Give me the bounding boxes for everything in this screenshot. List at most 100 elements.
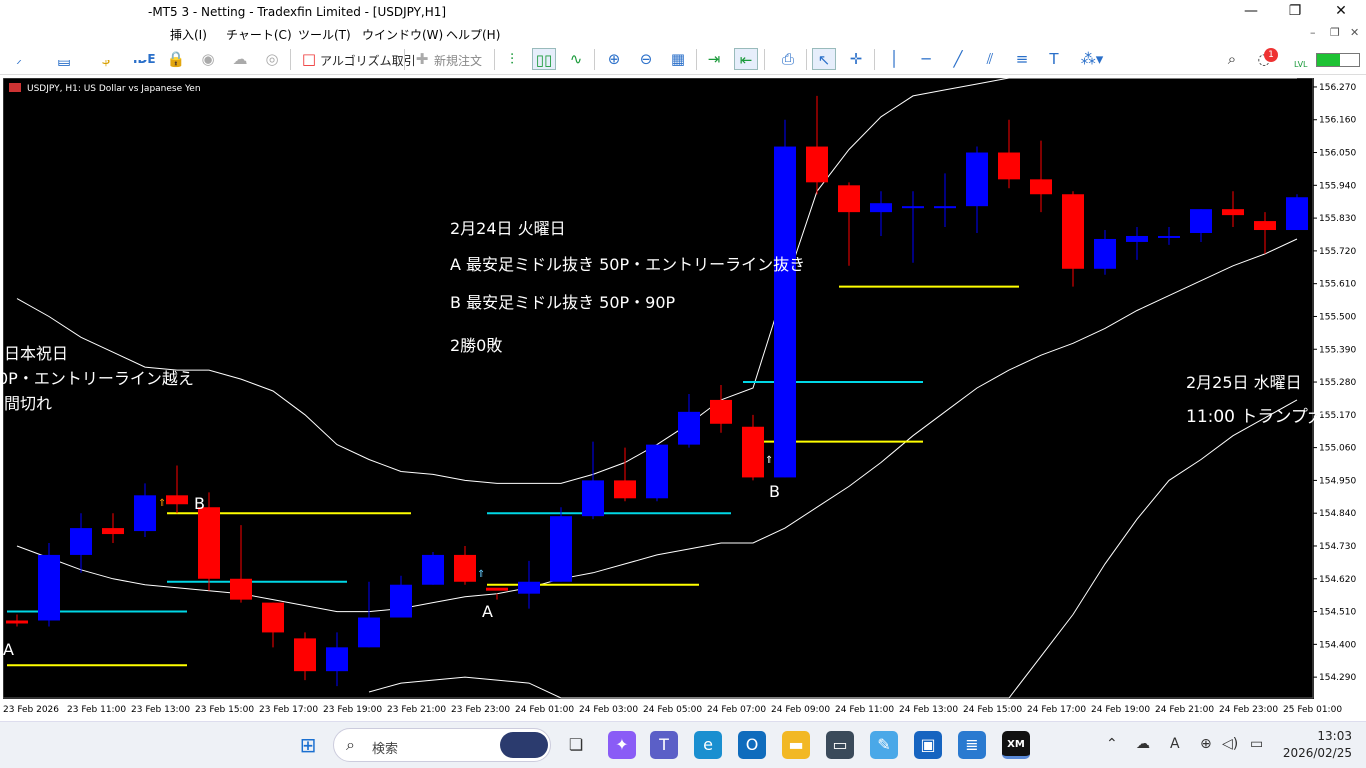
annotation-mid-3: B 最安足ミドル抜き 50P・90P [450, 293, 676, 312]
zoom-out-icon[interactable]: ⊖ [634, 48, 658, 70]
signal-icon[interactable]: ◉ [196, 48, 220, 70]
candle [678, 393, 700, 448]
candle-body [806, 146, 828, 183]
candle [6, 614, 28, 627]
minimize-button[interactable]: — [1228, 0, 1274, 24]
paint-icon[interactable]: ✎ [870, 731, 898, 759]
lock-icon[interactable]: 🔒 [164, 48, 188, 70]
candle [1094, 230, 1116, 275]
time-label: 23 Feb 19:00 [323, 705, 382, 715]
new-order-button[interactable]: 新規注文 [434, 52, 482, 69]
algo-trading-icon[interactable]: □ [297, 48, 321, 70]
menu-window[interactable]: ウインドウ(W) [362, 26, 443, 43]
vps-icon[interactable]: ◎ [260, 48, 284, 70]
label-b-mid: B [769, 482, 780, 501]
outlook-icon[interactable]: O [738, 731, 766, 759]
bar-chart-icon[interactable]: ⫶ [500, 48, 524, 70]
time-label: 24 Feb 03:00 [579, 705, 638, 715]
tray-chevron-icon[interactable]: ⌃ [1106, 736, 1118, 752]
annotation-mid-1: 2月24日 火曜日 [450, 219, 566, 238]
candle-body [358, 617, 380, 648]
shapes-icon[interactable]: ⁂▾ [1074, 48, 1110, 70]
battery-icon[interactable]: ▭ [1250, 736, 1263, 752]
copilot-icon[interactable]: ✦ [608, 731, 636, 759]
candle [806, 95, 828, 195]
horizontal-line-icon[interactable]: ─ [914, 48, 938, 70]
menu-tools[interactable]: ツール(T) [298, 26, 351, 43]
menu-chart[interactable]: チャート(C) [226, 26, 292, 43]
trendline-icon[interactable]: ╱ [946, 48, 970, 70]
grid-icon[interactable]: ▦ [666, 48, 690, 70]
mdi-minimize-button[interactable]: – [1310, 26, 1316, 39]
price-label: 155.830 [1319, 214, 1356, 224]
chart-shift-icon[interactable]: ⇤ [734, 48, 758, 70]
candle [774, 119, 796, 478]
vertical-line-icon[interactable]: │ [882, 48, 906, 70]
crosshair-icon[interactable]: ✛ [844, 48, 868, 70]
ime-indicator[interactable]: A [1170, 736, 1180, 752]
task-view-icon[interactable]: ❏ [562, 731, 590, 759]
arrow-marker-a-mid: ⇑ [477, 569, 485, 580]
candle [1190, 209, 1212, 242]
line-chart-icon[interactable]: ∿ [564, 48, 588, 70]
price-label: 155.720 [1319, 247, 1356, 257]
cursor-icon[interactable]: ↖ [812, 48, 836, 70]
time-label: 24 Feb 01:00 [515, 705, 574, 715]
time-label: 23 Feb 21:00 [387, 705, 446, 715]
cloud-icon[interactable]: ☁ [228, 48, 252, 70]
mdi-restore-button[interactable]: ❐ [1330, 26, 1340, 39]
new-order-icon[interactable]: ✚ [410, 48, 434, 70]
app-icon[interactable]: ▭ [826, 731, 854, 759]
candle [710, 385, 732, 433]
candle-body [422, 554, 444, 585]
candle [518, 560, 540, 609]
mdi-close-button[interactable]: ✕ [1350, 26, 1359, 39]
candle-body [678, 411, 700, 445]
search-icon: ⌕ [346, 735, 355, 754]
channel-icon[interactable]: ⫽ [978, 48, 1002, 70]
time-label: 24 Feb 21:00 [1155, 705, 1214, 715]
candle [70, 513, 92, 573]
search-icon[interactable]: ⌕ [1220, 48, 1244, 70]
time-label: 24 Feb 09:00 [771, 705, 830, 715]
candle-body [998, 152, 1020, 180]
candle-body [774, 146, 796, 478]
globe-icon[interactable]: ⊕ [1200, 736, 1212, 752]
price-label: 156.050 [1319, 149, 1356, 159]
candle [1030, 140, 1052, 213]
network-cloud-icon[interactable]: ☁ [1136, 736, 1150, 752]
file-explorer-icon[interactable]: ▬ [782, 731, 810, 759]
close-button[interactable]: ✕ [1318, 0, 1364, 24]
candle-body [230, 578, 252, 600]
candle-body [550, 516, 572, 582]
price-label: 154.950 [1319, 476, 1356, 486]
volume-icon[interactable]: ◁) [1222, 736, 1238, 752]
menu-help[interactable]: ヘルプ(H) [446, 26, 500, 43]
edge-icon[interactable]: e [694, 731, 722, 759]
candle [326, 632, 348, 687]
candle-body [198, 507, 220, 579]
fibonacci-icon[interactable]: ≡ [1010, 48, 1034, 70]
price-chart[interactable]: 156.270 156.160 156.050 155.940 155.830 155.7… [3, 78, 1363, 718]
restore-button[interactable]: ❐ [1272, 0, 1318, 24]
autoscroll-icon[interactable]: ⇥ [702, 48, 726, 70]
menu-insert[interactable]: 挿入(I) [170, 26, 207, 43]
text-icon[interactable]: T [1042, 48, 1066, 70]
candlestick-icon[interactable]: ▯▯ [532, 48, 556, 70]
price-label: 155.280 [1319, 378, 1356, 388]
start-icon[interactable]: ⊞ [294, 731, 322, 759]
candle [294, 632, 316, 681]
notepad-icon[interactable]: ≣ [958, 731, 986, 759]
candle-body [1158, 235, 1180, 238]
store-icon[interactable]: ▣ [914, 731, 942, 759]
screenshot-icon[interactable]: ⎙ [776, 48, 800, 70]
zoom-in-icon[interactable]: ⊕ [602, 48, 626, 70]
candle [1126, 227, 1148, 260]
xm-icon[interactable]: XM [1002, 731, 1030, 759]
price-label: 154.290 [1319, 673, 1356, 683]
price-label: 154.840 [1319, 509, 1356, 519]
algo-trading-button[interactable]: アルゴリズム取引 [320, 52, 416, 69]
clock[interactable]: 13:03 2026/02/25 [1283, 728, 1352, 762]
teams-icon[interactable]: T [650, 731, 678, 759]
search-box[interactable]: ⌕ 検索 [333, 728, 551, 762]
